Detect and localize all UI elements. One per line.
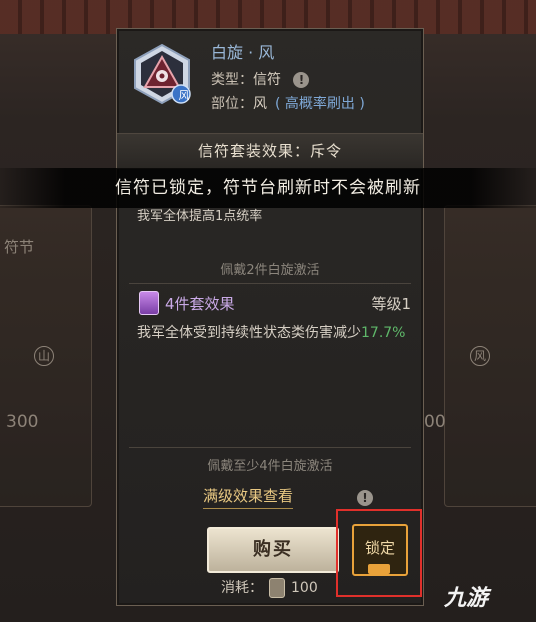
info-icon[interactable]: ! (357, 489, 373, 506)
item-slot-row: 部位：风 ( 高概率刷出 ) (211, 93, 365, 113)
max-level-info-icon[interactable]: ! (357, 487, 373, 506)
item-type-row: 类型：信符 ! (211, 69, 310, 89)
lock-button-tab (368, 564, 390, 574)
item-type-label: 类型： (211, 72, 253, 88)
max-level-effect-link[interactable]: 满级效果查看 (203, 485, 294, 509)
type-info-icon[interactable]: ! (293, 72, 310, 88)
item-slot-note: ( 高概率刷出 ) (275, 96, 365, 112)
set-4pc-description: 我军全体受到持续性状态类伤害减少17.7% (137, 321, 407, 345)
cost-label: 消耗： (221, 580, 263, 596)
lock-notice-text: 信符已锁定，符节台刷新时不会被刷新 (115, 178, 421, 198)
watermark-logo: 九游 (444, 586, 489, 611)
item-name: 白旋 · 风 (211, 43, 275, 62)
item-slot-label: 部位： (211, 96, 253, 112)
set-4pc-value: 17.7% (361, 325, 406, 341)
token-icon (269, 578, 285, 598)
background-left-cost: 300 (6, 412, 39, 432)
set-4pc-title: 4件套效果 (165, 295, 235, 313)
item-slot-value: 风 (253, 96, 267, 112)
set-4pc-icon (139, 291, 159, 315)
background-left-label: 符节 (4, 238, 35, 256)
cost-value: 100 (291, 580, 318, 596)
lock-notice-banner: 信符已锁定，符节台刷新时不会被刷新 (0, 168, 536, 208)
divider (129, 283, 411, 284)
set-effect-header: 信符套装效果：斥令 (117, 133, 423, 169)
background-right-badge: 风 (470, 346, 490, 366)
set-2pc-activation-note: 佩戴2件白旋激活 (220, 263, 320, 278)
item-type-value: 信符 (253, 72, 281, 88)
emblem-badge: 风 (178, 89, 190, 102)
divider (129, 447, 411, 448)
set-4pc-activation-note: 佩戴至少4件白旋激活 (207, 459, 333, 474)
set-4pc-desc-text: 我军全体受到持续性状态类伤害减少 (137, 325, 361, 341)
background-right-cost: 00 (424, 412, 446, 432)
set-4pc-level: 等级1 (371, 295, 411, 313)
background-card-right (444, 205, 536, 507)
buy-button[interactable]: 购买 (207, 527, 339, 573)
background-left-badge: 山 (34, 346, 54, 366)
cost-display: 消耗： 100 (221, 577, 318, 598)
